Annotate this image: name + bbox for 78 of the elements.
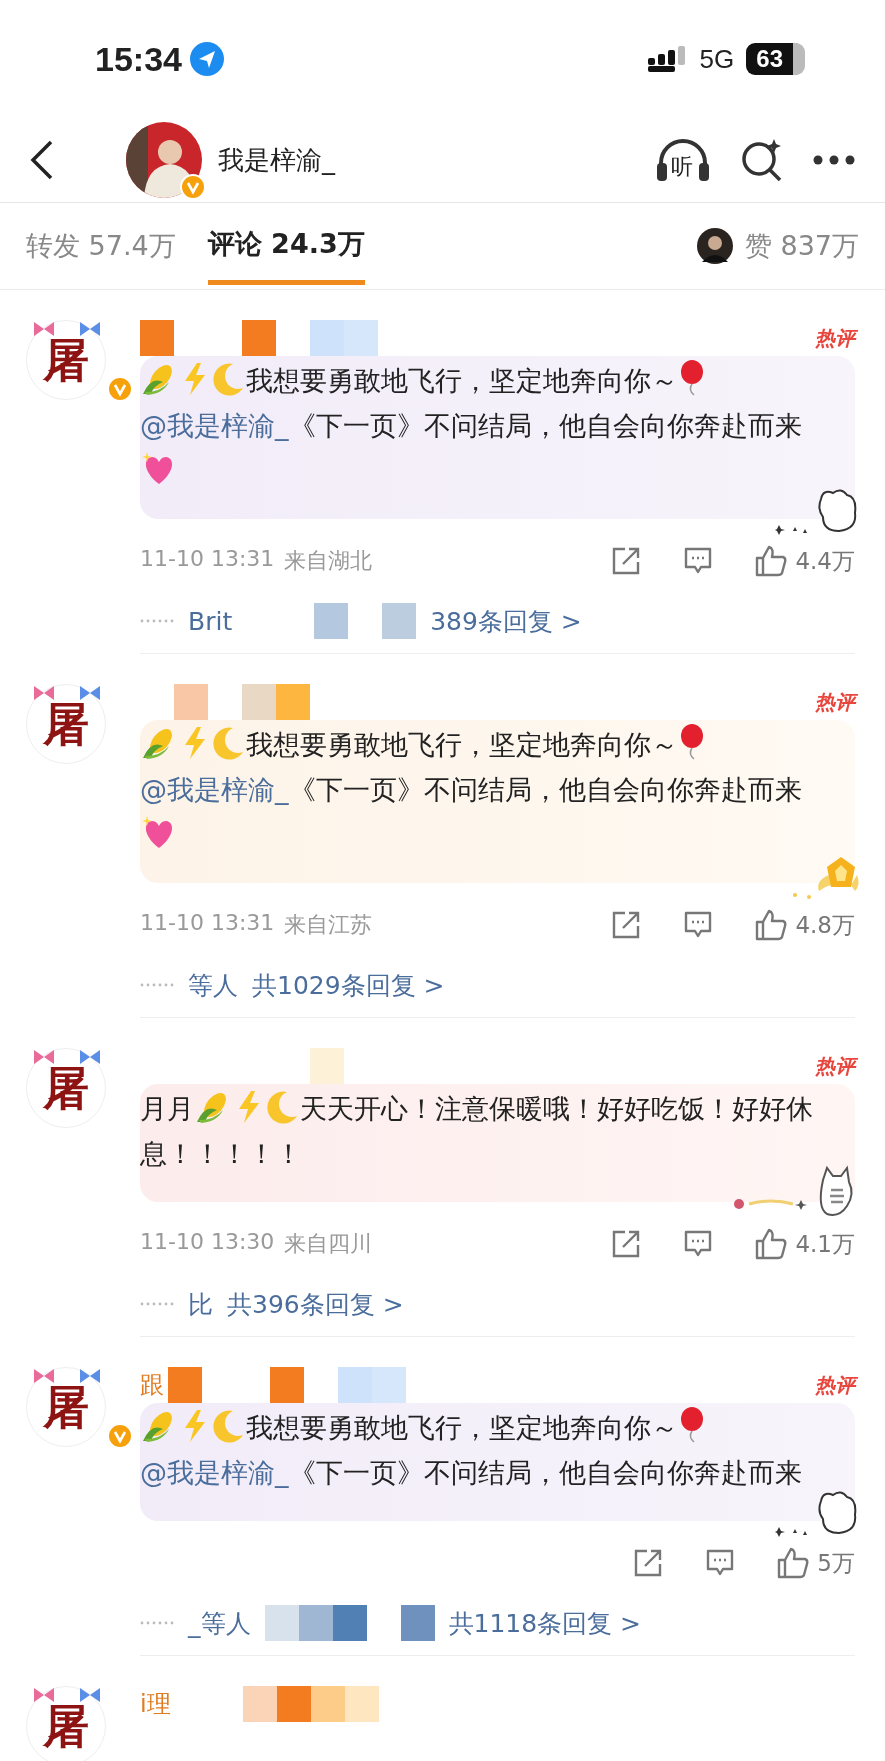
avatar-glyph: 屠 bbox=[43, 1701, 89, 1751]
comment-location: 来自湖北 bbox=[284, 547, 373, 575]
avatar-glyph: 屠 bbox=[43, 1063, 89, 1113]
share-icon[interactable] bbox=[611, 910, 642, 940]
avatar[interactable]: 屠 bbox=[26, 1686, 106, 1761]
bow-icon bbox=[32, 1686, 102, 1704]
ellipsis-icon bbox=[140, 983, 174, 987]
bow-icon bbox=[32, 684, 102, 702]
reply-users[interactable]: _等人 bbox=[188, 1606, 251, 1640]
censor-mosaic bbox=[310, 1048, 344, 1084]
likes-tab[interactable]: 赞 837万 bbox=[744, 228, 859, 264]
comment-text: 月月 天天开心！注意保暖哦！好好吃饭！好好休息！！！！！ bbox=[140, 1086, 841, 1176]
reply-count-link[interactable]: 共1118条回复 > bbox=[448, 1606, 642, 1640]
like-count: 5万 bbox=[817, 1548, 855, 1578]
comment-icon[interactable] bbox=[683, 546, 714, 576]
comment-icon[interactable] bbox=[705, 1548, 736, 1578]
balloon-icon bbox=[679, 360, 705, 396]
moon-icon bbox=[211, 726, 245, 760]
avatar[interactable]: 屠 bbox=[26, 1367, 106, 1447]
comment-icon[interactable] bbox=[683, 910, 714, 940]
ellipsis-icon bbox=[140, 619, 174, 623]
reply-users[interactable]: Brit bbox=[188, 606, 233, 636]
balloon-icon bbox=[679, 724, 705, 760]
bow-icon bbox=[32, 1048, 102, 1066]
tab[interactable]: 评论 24.3万 bbox=[207, 207, 365, 285]
avatar[interactable]: 屠 bbox=[26, 1048, 106, 1128]
comment-time: 11-10 13:31 bbox=[140, 546, 275, 573]
ellipsis-icon bbox=[140, 1621, 174, 1625]
listen-button[interactable]: 听 bbox=[655, 135, 711, 185]
signal-icon bbox=[647, 46, 688, 72]
like-icon[interactable] bbox=[755, 1228, 788, 1260]
balloon-icon bbox=[679, 1407, 705, 1443]
username[interactable]: i理 bbox=[140, 1688, 171, 1720]
tab[interactable]: 转发 57.4万 bbox=[26, 210, 176, 282]
back-icon[interactable] bbox=[30, 140, 54, 180]
reply-count-link[interactable]: 389条回复 > bbox=[430, 604, 582, 638]
reply-users[interactable]: 比 bbox=[188, 1287, 213, 1321]
reply-count-link[interactable]: 共1029条回复 > bbox=[252, 968, 445, 1002]
comment-text: 我想要勇敢地飞行，坚定地奔向你～ @我是梓渝_《下一页》不问结局，他自会向你奔赴而来 bbox=[140, 722, 841, 857]
moon-icon bbox=[265, 1090, 299, 1124]
account-name[interactable]: 我是梓渝_ bbox=[218, 142, 335, 178]
moon-icon bbox=[211, 362, 245, 396]
ellipsis-icon bbox=[140, 1302, 174, 1306]
like-icon[interactable] bbox=[755, 545, 788, 577]
like-icon[interactable] bbox=[777, 1547, 810, 1579]
network-label: 5G bbox=[699, 43, 735, 75]
battery-indicator: 63 bbox=[746, 43, 805, 75]
like-count: 4.8万 bbox=[795, 910, 855, 940]
mention-link[interactable]: @我是梓渝_ bbox=[140, 774, 289, 805]
avatar[interactable]: 屠 bbox=[26, 684, 106, 764]
avatar-glyph: 屠 bbox=[43, 335, 89, 385]
reply-users[interactable]: 等人 bbox=[188, 968, 238, 1002]
comment-location: 来自江苏 bbox=[284, 911, 373, 939]
status-time: 15:34 bbox=[95, 39, 182, 79]
comment-text: 我想要勇敢地飞行，坚定地奔向你～ @我是梓渝_《下一页》不问结局，他自会向你奔赴而来 bbox=[140, 1405, 841, 1495]
comment-text: 我想要勇敢地飞行，坚定地奔向你～ @我是梓渝_《下一页》不问结局，他自会向你奔赴而来 bbox=[140, 358, 841, 493]
comment-time: 11-10 13:31 bbox=[140, 910, 275, 937]
bow-icon bbox=[32, 1367, 102, 1385]
reply-count-link[interactable]: 共396条回复 > bbox=[227, 1287, 404, 1321]
like-count: 4.1万 bbox=[795, 1229, 855, 1259]
more-icon[interactable] bbox=[813, 155, 855, 165]
like-count: 4.4万 bbox=[795, 546, 855, 576]
comment-icon[interactable] bbox=[683, 1229, 714, 1259]
username[interactable]: 跟 bbox=[140, 1369, 164, 1401]
avatar[interactable]: 屠 bbox=[26, 320, 106, 400]
bow-icon bbox=[32, 320, 102, 338]
share-icon[interactable] bbox=[611, 1229, 642, 1259]
moon-icon bbox=[211, 1409, 245, 1443]
comment-location: 来自四川 bbox=[284, 1230, 373, 1258]
share-icon[interactable] bbox=[611, 546, 642, 576]
avatar-glyph: 屠 bbox=[43, 1382, 89, 1432]
like-icon[interactable] bbox=[755, 909, 788, 941]
avatar-glyph: 屠 bbox=[43, 699, 89, 749]
location-icon bbox=[189, 42, 224, 76]
mention-link[interactable]: @我是梓渝_ bbox=[140, 1457, 289, 1488]
share-icon[interactable] bbox=[633, 1548, 664, 1578]
mention-link[interactable]: @我是梓渝_ bbox=[140, 410, 289, 441]
comment-time: 11-10 13:30 bbox=[140, 1229, 275, 1256]
